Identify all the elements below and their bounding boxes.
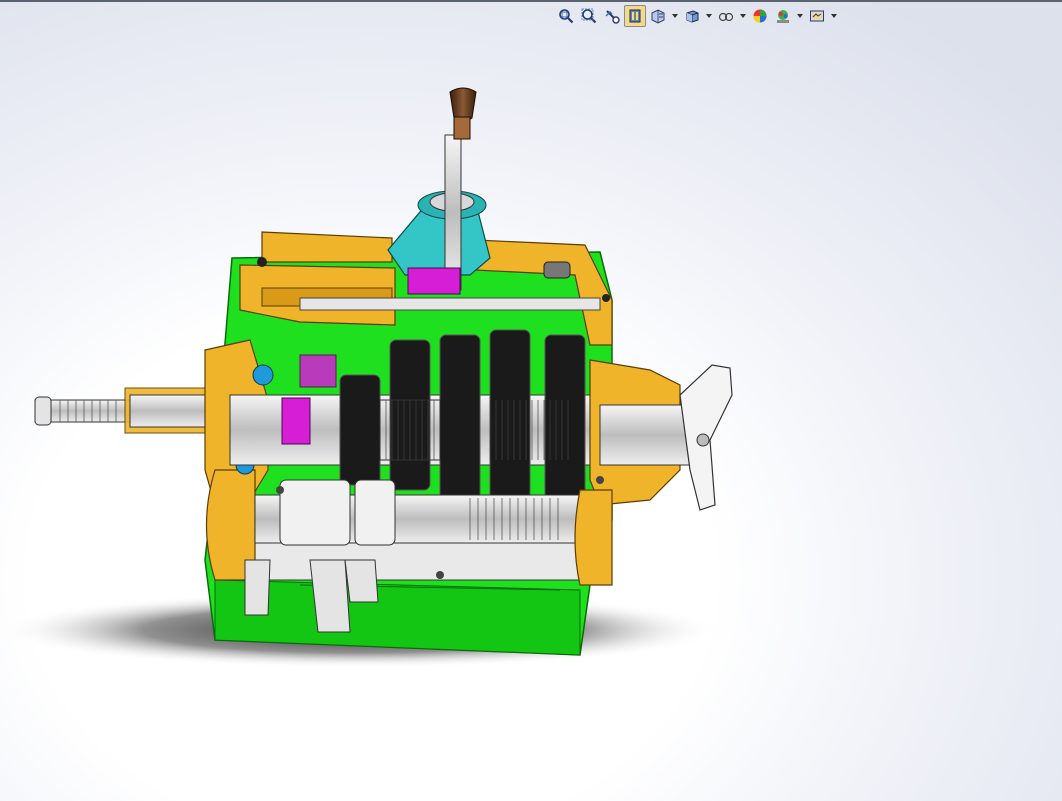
section-view-icon [629,9,641,23]
chevron-down-icon [797,14,803,18]
view-settings-dropdown[interactable] [829,5,839,27]
section-view-button[interactable] [624,5,646,27]
shifter-tower[interactable] [387,190,491,276]
selector-finger [407,267,461,295]
chevron-down-icon [672,14,678,18]
zoom-to-area-icon [581,8,597,24]
chevron-down-icon [831,14,837,18]
apply-scene-icon [777,10,789,23]
previous-view-icon [605,10,620,24]
display-style-button[interactable] [715,5,737,27]
dynamic-annotation-dropdown[interactable] [670,5,680,27]
output-flange[interactable] [679,364,733,511]
chevron-down-icon [706,14,712,18]
gearbox-section-model[interactable] [0,28,1062,801]
window-top-border [0,0,1062,2]
apply-scene-button[interactable] [772,5,794,27]
edit-appearance-icon [753,9,767,23]
shift-rail [299,297,601,311]
view-orientation-icon [686,10,699,23]
dynamic-annotation-icon [651,9,665,24]
apply-scene-dropdown[interactable] [795,5,805,27]
zoom-to-fit-icon [559,9,574,24]
previous-view-button[interactable] [601,5,623,27]
view-orientation-button[interactable] [681,5,703,27]
view-orientation-dropdown[interactable] [704,5,714,27]
edit-appearance-button[interactable] [749,5,771,27]
heads-up-view-toolbar [555,5,839,27]
display-style-dropdown[interactable] [738,5,748,27]
view-settings-button[interactable] [806,5,828,27]
dynamic-annotation-button[interactable] [647,5,669,27]
zoom-to-fit-button[interactable] [555,5,577,27]
view-settings-icon [810,10,824,22]
display-style-icon [718,12,734,22]
zoom-to-area-button[interactable] [578,5,600,27]
rear-extension[interactable] [574,359,696,586]
gear-lever-shaft[interactable] [444,134,462,291]
chevron-down-icon [740,14,746,18]
graphics-area[interactable] [0,28,1062,801]
gear-knob[interactable] [449,87,477,140]
